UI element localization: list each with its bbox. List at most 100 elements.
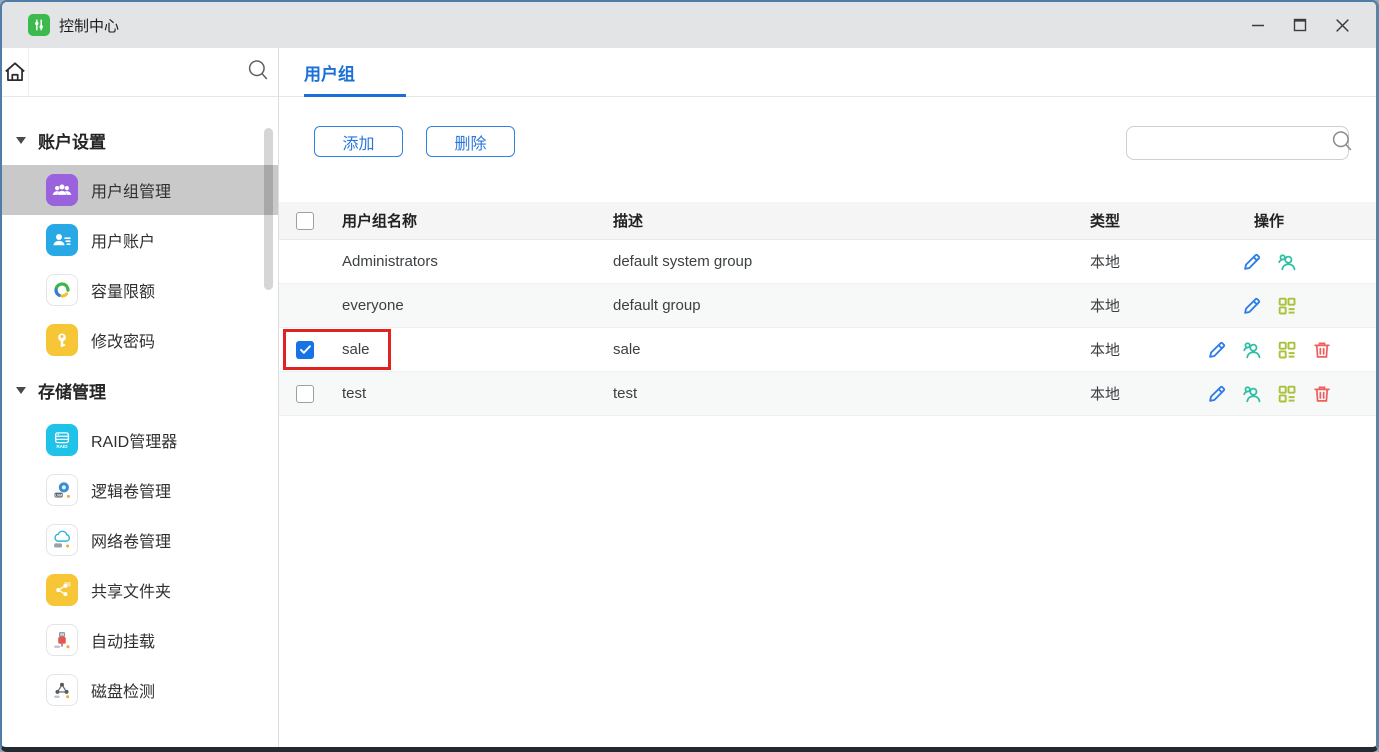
- tab-active-underline: [304, 94, 406, 97]
- table-body: Administrators default system group 本地 ever…: [279, 240, 1376, 416]
- control-center-window: 控制中心 账户设置 用户组管理 用户账户 容量限额 修改密码 存储管理 RAID…: [0, 0, 1379, 752]
- caret-down-icon: [16, 136, 26, 144]
- sidebar-item-disk-check[interactable]: 磁盘检测: [2, 665, 278, 715]
- sidebar-item-password[interactable]: 修改密码: [2, 315, 278, 365]
- add-button[interactable]: 添加: [314, 126, 403, 157]
- close-button[interactable]: [1328, 10, 1356, 40]
- permissions-action-icon[interactable]: [1276, 383, 1298, 405]
- app-logo-icon: [28, 14, 50, 36]
- sidebar-item-quota[interactable]: 容量限额: [2, 265, 278, 315]
- home-button[interactable]: [2, 48, 29, 96]
- cell-group-name: Administrators: [342, 253, 438, 270]
- maximize-button[interactable]: [1286, 10, 1314, 40]
- sidebar-item-shared-folder[interactable]: 共享文件夹: [2, 565, 278, 615]
- sidebar-item-user-group[interactable]: 用户组管理: [2, 165, 278, 215]
- sidebar-item-network-volume[interactable]: 网络卷管理: [2, 515, 278, 565]
- auto-mount-icon: [46, 624, 78, 656]
- sidebar-item-label: 网络卷管理: [91, 534, 172, 551]
- cell-actions: [1192, 251, 1376, 273]
- row-checkbox-cell: [279, 340, 325, 359]
- sidebar-item-label: 用户组管理: [91, 184, 172, 201]
- minimize-button[interactable]: [1244, 10, 1272, 40]
- cell-type: 本地: [1090, 254, 1121, 271]
- sidebar-item-label: 自动挂载: [91, 634, 156, 651]
- cell-actions: [1192, 295, 1376, 317]
- sidebar-item-label: RAID管理器: [91, 434, 178, 451]
- lvm-icon: LVM: [46, 474, 78, 506]
- sidebar-item-label: 磁盘检测: [91, 684, 156, 701]
- content-area: 用户组 添加 删除 用户组名称 描述 类型 操作 Administrators …: [279, 48, 1376, 747]
- sidebar-item-lvm[interactable]: LVM 逻辑卷管理: [2, 465, 278, 515]
- cell-type: 本地: [1090, 342, 1121, 359]
- row-checkbox[interactable]: [296, 384, 314, 403]
- cell-actions: [1192, 339, 1376, 361]
- edit-action-icon[interactable]: [1206, 383, 1228, 405]
- table-row-test[interactable]: test test 本地: [279, 372, 1376, 416]
- table-header-row: 用户组名称 描述 类型 操作: [279, 202, 1376, 240]
- sidebar-item-user-account[interactable]: 用户账户: [2, 215, 278, 265]
- members-action-icon[interactable]: [1241, 339, 1263, 361]
- column-header-name: 用户组名称: [342, 213, 418, 230]
- cell-type: 本地: [1090, 298, 1121, 315]
- sidebar: 账户设置用户组管理用户账户容量限额修改密码存储管理 RAID RAID管理器 LVM 逻…: [2, 48, 279, 747]
- disk-check-icon: [46, 674, 78, 706]
- tab-user-group[interactable]: 用户组: [304, 48, 406, 97]
- sidebar-search: [29, 48, 284, 96]
- cell-description: sale: [613, 341, 641, 358]
- caret-down-icon: [16, 386, 26, 394]
- sidebar-item-label: 修改密码: [91, 334, 156, 351]
- delete-action-icon[interactable]: [1311, 339, 1333, 361]
- svg-text:RAID: RAID: [56, 444, 68, 449]
- select-all-checkbox[interactable]: [296, 211, 314, 230]
- password-icon: [46, 324, 78, 356]
- sidebar-menu: 账户设置用户组管理用户账户容量限额修改密码存储管理 RAID RAID管理器 LVM 逻…: [2, 97, 278, 715]
- cell-group-name: everyone: [342, 297, 404, 314]
- table-row-Administrators[interactable]: Administrators default system group 本地: [279, 240, 1376, 284]
- sidebar-item-auto-mount[interactable]: 自动挂载: [2, 615, 278, 665]
- cell-group-name: sale: [342, 341, 370, 358]
- delete-button[interactable]: 删除: [426, 126, 515, 157]
- cell-type: 本地: [1090, 386, 1121, 403]
- sidebar-search-input[interactable]: [29, 57, 244, 87]
- sidebar-scrollbar-thumb[interactable]: [264, 128, 273, 290]
- edit-action-icon[interactable]: [1241, 295, 1263, 317]
- window-title: 控制中心: [59, 17, 120, 35]
- table-row-sale[interactable]: sale sale 本地: [279, 328, 1376, 372]
- row-checkbox-cell: [279, 384, 325, 403]
- permissions-action-icon[interactable]: [1276, 295, 1298, 317]
- edit-action-icon[interactable]: [1206, 339, 1228, 361]
- edit-action-icon[interactable]: [1241, 251, 1263, 273]
- sidebar-item-label: 逻辑卷管理: [91, 484, 172, 501]
- tab-bar: 用户组: [279, 48, 1376, 97]
- table-search-icon: [1328, 127, 1356, 160]
- cell-description: test: [613, 385, 638, 402]
- sidebar-item-raid[interactable]: RAID RAID管理器: [2, 415, 278, 465]
- sidebar-section-header[interactable]: 账户设置: [2, 115, 278, 165]
- members-action-icon[interactable]: [1276, 251, 1298, 273]
- sidebar-item-label: 用户账户: [91, 234, 156, 251]
- members-action-icon[interactable]: [1241, 383, 1263, 405]
- tab-label: 用户组: [304, 64, 355, 84]
- cell-description: default system group: [613, 253, 753, 270]
- table-row-everyone[interactable]: everyone default group 本地: [279, 284, 1376, 328]
- sidebar-search-icon: [244, 56, 272, 89]
- sidebar-section-label: 存储管理: [38, 382, 106, 402]
- column-header-type: 类型: [1090, 213, 1121, 230]
- column-header-actions: 操作: [1253, 213, 1284, 230]
- user-account-icon: [46, 224, 78, 256]
- user-group-panel: 添加 删除 用户组名称 描述 类型 操作 Administrators defa…: [279, 97, 1376, 747]
- table-search-input[interactable]: [1127, 135, 1328, 151]
- permissions-action-icon[interactable]: [1276, 339, 1298, 361]
- toolbar: 添加 删除: [279, 126, 1376, 160]
- column-header-description: 描述: [613, 213, 644, 230]
- user-group-icon: [46, 174, 78, 206]
- cell-description: default group: [613, 297, 701, 314]
- delete-action-icon[interactable]: [1311, 383, 1333, 405]
- shared-folder-icon: [46, 574, 78, 606]
- raid-icon: RAID: [46, 424, 78, 456]
- sidebar-section-label: 账户设置: [38, 132, 106, 152]
- network-volume-icon: [46, 524, 78, 556]
- table-search-box: [1126, 126, 1352, 160]
- sidebar-section-header[interactable]: 存储管理: [2, 365, 278, 415]
- row-checkbox[interactable]: [296, 340, 314, 359]
